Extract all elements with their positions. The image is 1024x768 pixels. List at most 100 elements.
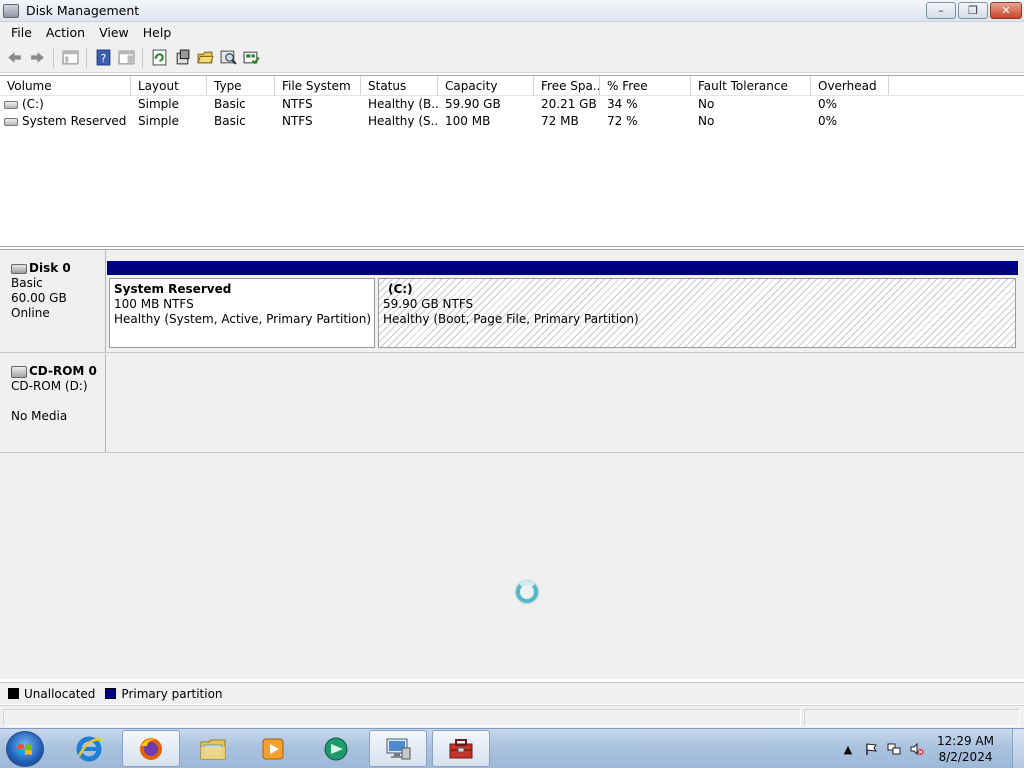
show-desktop-button[interactable] [1012, 729, 1024, 768]
disk-0-state: Online [11, 306, 50, 320]
graphical-view: Disk 0 Basic 60.00 GB Online System Rese… [0, 249, 1024, 679]
properties-button[interactable] [172, 48, 192, 68]
menu-view[interactable]: View [92, 25, 136, 40]
volume-muted-icon[interactable] [910, 742, 924, 756]
help-button[interactable]: ? [93, 48, 113, 68]
volume-cell: System Reserved [0, 113, 131, 130]
column-capacity[interactable]: Capacity [438, 76, 534, 95]
back-button[interactable] [4, 48, 24, 68]
column-file-system[interactable]: File System [275, 76, 361, 95]
action-pane-icon [118, 50, 134, 65]
partition-body: (C:) 59.90 GB NTFS Healthy (Boot, Page F… [378, 278, 1016, 348]
type-cell: Basic [214, 97, 246, 111]
show-action-pane-button[interactable] [116, 48, 136, 68]
percent-free-cell: 72 % [607, 114, 638, 128]
disk-tools-button[interactable] [241, 48, 261, 68]
column-fault-tolerance[interactable]: Fault Tolerance [691, 76, 811, 95]
partition-name: (C:) [388, 282, 413, 296]
menu-bar: File Action View Help [0, 22, 1024, 43]
disk-0-name: Disk 0 [11, 261, 105, 276]
partition-size: 59.90 GB NTFS [383, 297, 474, 311]
column-layout[interactable]: Layout [131, 76, 207, 95]
help-icon: ? [96, 49, 110, 66]
computer-network-icon [386, 738, 411, 759]
legend-primary-partition: Primary partition [105, 686, 223, 701]
show-hide-console-tree-button[interactable] [60, 48, 80, 68]
close-button[interactable]: ✕ [990, 2, 1022, 19]
open-button[interactable] [195, 48, 215, 68]
volume-name: System Reserved [22, 114, 127, 128]
capacity-cell: 100 MB [445, 114, 491, 128]
start-button[interactable] [6, 731, 44, 767]
action-center-flag-icon[interactable] [864, 742, 878, 756]
primary-partition-swatch [105, 688, 117, 699]
system-tray: ▲ 12:29 AM 8/2/2024 [841, 729, 1024, 768]
type-cell: Basic [214, 114, 246, 128]
column-overhead[interactable]: Overhead [811, 76, 889, 95]
menu-file[interactable]: File [4, 25, 39, 40]
layout-cell: Simple [138, 97, 179, 111]
file-system-cell: NTFS [282, 114, 313, 128]
window-title: Disk Management [26, 3, 140, 18]
explore-button[interactable] [218, 48, 238, 68]
cd-drive-icon [11, 365, 27, 378]
volume-row-c[interactable]: (C:) Simple Basic NTFS Healthy (B... 59.… [0, 96, 1024, 113]
magnifier-icon [220, 50, 237, 65]
primary-partition-bar [107, 261, 375, 275]
restore-button[interactable]: ❐ [958, 2, 988, 19]
taskbar-remote-desktop[interactable] [369, 730, 427, 767]
disk-0-size: 60.00 GB [11, 291, 67, 305]
volume-row-system-reserved[interactable]: System Reserved Simple Basic NTFS Health… [0, 113, 1024, 130]
taskbar-file-explorer[interactable] [184, 730, 242, 767]
layout-cell: Simple [138, 114, 179, 128]
legend-unallocated: Unallocated [8, 687, 95, 701]
column-percent-free[interactable]: % Free [600, 76, 691, 95]
disk-0-type: Basic [11, 276, 43, 290]
free-space-cell: 20.21 GB [541, 97, 597, 111]
status-cell: Healthy (B... [368, 97, 438, 111]
column-status[interactable]: Status [361, 76, 438, 95]
column-free-space[interactable]: Free Spa... [534, 76, 600, 95]
volume-cell: (C:) [0, 96, 131, 113]
column-volume[interactable]: Volume [0, 76, 131, 95]
taskbar-computer-management[interactable] [432, 730, 490, 767]
volume-list: Volume Layout Type File System Status Ca… [0, 75, 1024, 247]
status-bar [0, 705, 1024, 728]
partition-status: Healthy (System, Active, Primary Partiti… [114, 312, 372, 326]
svg-text:?: ? [100, 52, 106, 65]
drive-icon [4, 100, 18, 109]
cdrom-0-label[interactable]: CD-ROM 0 CD-ROM (D:) No Media [2, 354, 106, 452]
internet-explorer-icon [76, 736, 102, 761]
network-icon[interactable] [887, 742, 901, 756]
capacity-cell: 59.90 GB [445, 97, 501, 111]
show-hidden-icons-button[interactable]: ▲ [841, 742, 855, 756]
clock[interactable]: 12:29 AM 8/2/2024 [937, 733, 994, 765]
unallocated-swatch [8, 688, 19, 699]
volume-name: (C:) [22, 97, 44, 111]
status-segment [804, 709, 1020, 726]
partition-c[interactable]: (C:) 59.90 GB NTFS Healthy (Boot, Page F… [375, 261, 1018, 349]
cdrom-0-row: CD-ROM 0 CD-ROM (D:) No Media [0, 354, 1024, 453]
toolbox-icon [449, 738, 473, 758]
legend-label: Unallocated [24, 686, 96, 701]
hard-disk-icon [11, 263, 27, 274]
free-space-cell: 72 MB [541, 114, 579, 128]
taskbar-firefox[interactable] [122, 730, 180, 767]
taskbar-green-app[interactable] [307, 730, 365, 767]
legend-label: Primary partition [121, 686, 223, 701]
primary-partition-bar [375, 261, 1018, 275]
disk-0-label[interactable]: Disk 0 Basic 60.00 GB Online [2, 250, 106, 352]
column-type[interactable]: Type [207, 76, 275, 95]
fault-tolerance-cell: No [698, 114, 715, 128]
toolbar-separator [86, 47, 87, 68]
taskbar-media-player[interactable] [244, 730, 302, 767]
menu-action[interactable]: Action [39, 25, 92, 40]
forward-button[interactable] [27, 48, 47, 68]
menu-help[interactable]: Help [136, 25, 179, 40]
refresh-button[interactable] [149, 48, 169, 68]
taskbar-internet-explorer[interactable] [60, 730, 118, 767]
file-system-cell: NTFS [282, 97, 313, 111]
partition-system-reserved[interactable]: System Reserved 100 MB NTFS Healthy (Sys… [107, 261, 375, 349]
partition-status: Healthy (Boot, Page File, Primary Partit… [383, 312, 639, 326]
minimize-button[interactable]: – [926, 2, 956, 19]
